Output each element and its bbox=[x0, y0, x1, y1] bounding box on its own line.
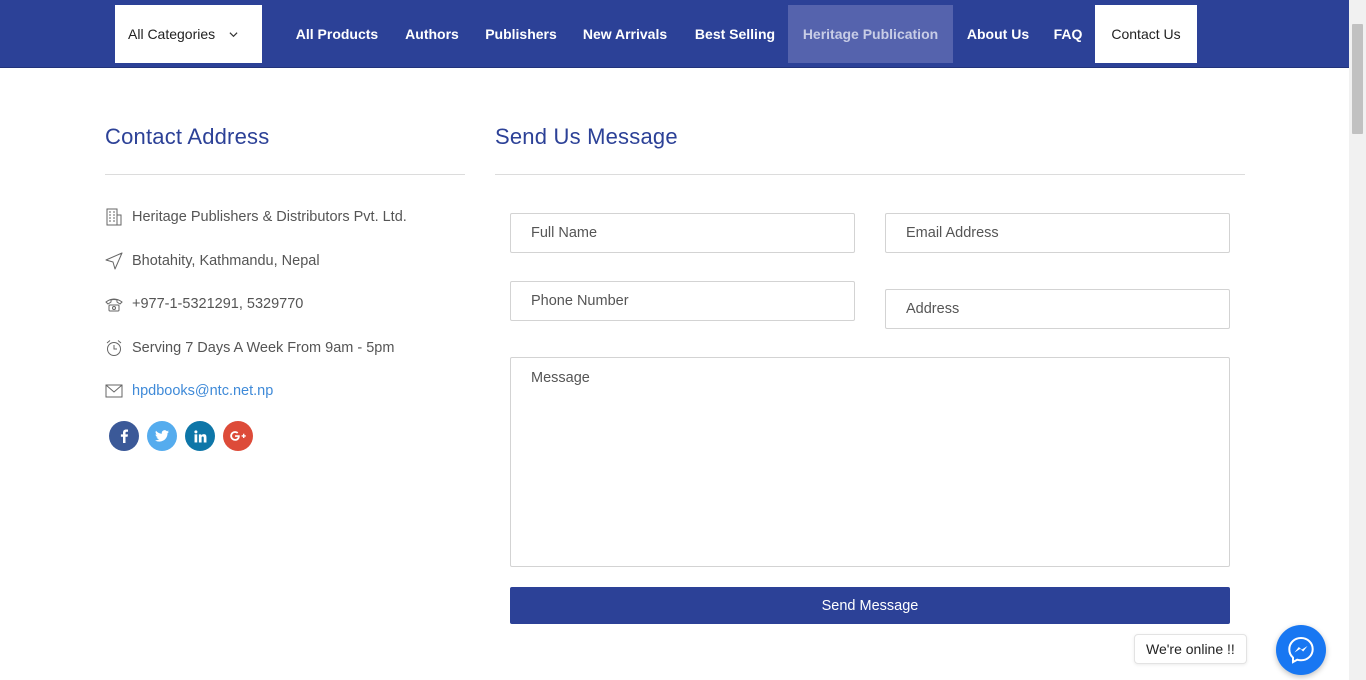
contact-phone-row: +977-1-5321291, 5329770 bbox=[104, 295, 303, 313]
contact-address-row: Bhotahity, Kathmandu, Nepal bbox=[104, 252, 320, 270]
contact-email-row: hpdbooks@ntc.net.np bbox=[104, 382, 273, 400]
nav-new-arrivals[interactable]: New Arrivals bbox=[572, 5, 678, 63]
nav-faq[interactable]: FAQ bbox=[1044, 5, 1092, 63]
contact-company-row: Heritage Publishers & Distributors Pvt. … bbox=[104, 208, 407, 226]
nav-publishers[interactable]: Publishers bbox=[474, 5, 568, 63]
contact-phone: +977-1-5321291, 5329770 bbox=[132, 296, 304, 312]
scrollbar-thumb[interactable] bbox=[1352, 24, 1363, 134]
contact-company: Heritage Publishers & Distributors Pvt. … bbox=[132, 209, 407, 225]
nav-about-us[interactable]: About Us bbox=[956, 5, 1040, 63]
email-address-input[interactable] bbox=[885, 213, 1230, 253]
address-input[interactable] bbox=[885, 289, 1230, 329]
building-icon bbox=[104, 208, 124, 226]
main-navbar: All Categories All Products Authors Publ… bbox=[0, 0, 1349, 68]
phone-number-input[interactable] bbox=[510, 281, 855, 321]
nav-heritage-publication[interactable]: Heritage Publication bbox=[788, 5, 953, 63]
contact-address-title: Contact Address bbox=[105, 124, 270, 149]
nav-contact-us[interactable]: Contact Us bbox=[1095, 5, 1197, 63]
linkedin-icon[interactable] bbox=[185, 421, 215, 451]
message-textarea[interactable] bbox=[510, 357, 1230, 567]
twitter-icon[interactable] bbox=[147, 421, 177, 451]
nav-all-products[interactable]: All Products bbox=[283, 5, 391, 63]
chat-online-tooltip[interactable]: We're online !! bbox=[1134, 634, 1247, 664]
nav-best-selling[interactable]: Best Selling bbox=[683, 5, 787, 63]
contact-address: Bhotahity, Kathmandu, Nepal bbox=[132, 253, 320, 269]
contact-hours-row: Serving 7 Days A Week From 9am - 5pm bbox=[104, 339, 394, 357]
contact-email-link[interactable]: hpdbooks@ntc.net.np bbox=[132, 383, 273, 399]
phone-icon bbox=[104, 295, 124, 313]
contact-hours: Serving 7 Days A Week From 9am - 5pm bbox=[132, 340, 395, 356]
send-message-button[interactable]: Send Message bbox=[510, 587, 1230, 624]
page-scrollbar[interactable] bbox=[1349, 0, 1366, 680]
contact-divider bbox=[105, 174, 465, 175]
category-dropdown-label: All Categories bbox=[128, 26, 216, 42]
alarm-clock-icon bbox=[104, 339, 124, 357]
form-divider bbox=[495, 174, 1245, 175]
location-arrow-icon bbox=[104, 252, 124, 270]
facebook-icon[interactable] bbox=[109, 421, 139, 451]
category-dropdown[interactable]: All Categories bbox=[115, 5, 262, 63]
chevron-down-icon bbox=[229, 31, 238, 37]
full-name-input[interactable] bbox=[510, 213, 855, 253]
send-message-title: Send Us Message bbox=[495, 124, 678, 149]
nav-authors[interactable]: Authors bbox=[395, 5, 469, 63]
envelope-icon bbox=[104, 382, 124, 400]
messenger-icon[interactable] bbox=[1276, 625, 1326, 675]
google-plus-icon[interactable] bbox=[223, 421, 253, 451]
